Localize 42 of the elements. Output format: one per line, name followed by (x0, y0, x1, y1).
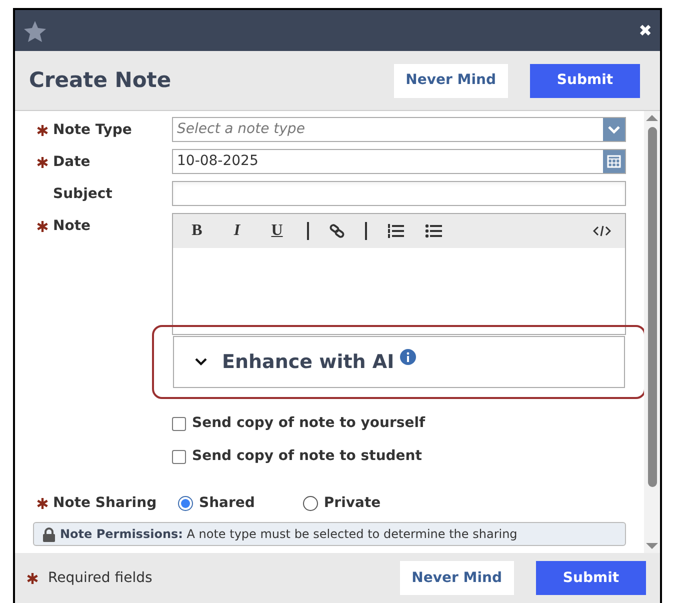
checkbox-label: Send copy of note to student (192, 447, 422, 466)
underline-button[interactable]: U (267, 219, 287, 243)
cancel-button[interactable]: Never Mind (394, 64, 508, 98)
asterisk-icon (27, 572, 38, 584)
note-editor[interactable]: B I U (172, 213, 626, 335)
checkbox-label: Send copy of note to yourself (192, 414, 426, 433)
star-logo-icon (23, 20, 47, 42)
italic-button[interactable]: I (227, 219, 247, 243)
date-value: 10-08-2025 (176, 152, 260, 171)
required-note: Required fields (48, 568, 152, 588)
link-icon[interactable] (329, 223, 345, 239)
select-placeholder: Select a note type (176, 120, 306, 139)
checkbox[interactable] (172, 450, 186, 464)
field-label: Note Type (53, 120, 132, 140)
checkbox[interactable] (172, 416, 186, 430)
cancel-button[interactable]: Never Mind (400, 561, 514, 595)
enhance-ai-toggle[interactable]: Enhance with AI (173, 336, 625, 388)
numbered-list-icon[interactable] (387, 223, 405, 239)
close-button[interactable]: ✖ (638, 18, 652, 42)
dialog-title: Create Note (29, 66, 172, 94)
bullet-list-icon[interactable] (425, 223, 443, 239)
radio-button[interactable] (302, 496, 318, 511)
submit-button[interactable]: Submit (530, 64, 640, 98)
info-icon[interactable] (400, 349, 416, 365)
code-icon[interactable] (593, 224, 611, 238)
lock-icon (42, 526, 56, 542)
subject-field[interactable] (172, 181, 626, 206)
note-type-select[interactable]: Select a note type (172, 117, 626, 142)
permissions-text: Note Permissions: A note type must be selected to determine the sharing (60, 526, 518, 543)
field-label: Subject (53, 184, 112, 204)
field-label: Date (53, 152, 90, 172)
radio-button[interactable] (178, 496, 193, 511)
date-field[interactable]: 10-08-2025 (172, 149, 626, 174)
field-label: Note (53, 216, 91, 236)
scrollbar[interactable] (644, 111, 660, 553)
bold-button[interactable]: B (187, 219, 207, 243)
field-label: Note Sharing (53, 494, 157, 513)
submit-button[interactable]: Submit (536, 561, 646, 595)
radio-label: Private (324, 494, 381, 513)
radio-label: Shared (199, 494, 255, 513)
calendar-icon[interactable] (603, 150, 625, 173)
chevron-down-icon[interactable] (603, 118, 625, 141)
